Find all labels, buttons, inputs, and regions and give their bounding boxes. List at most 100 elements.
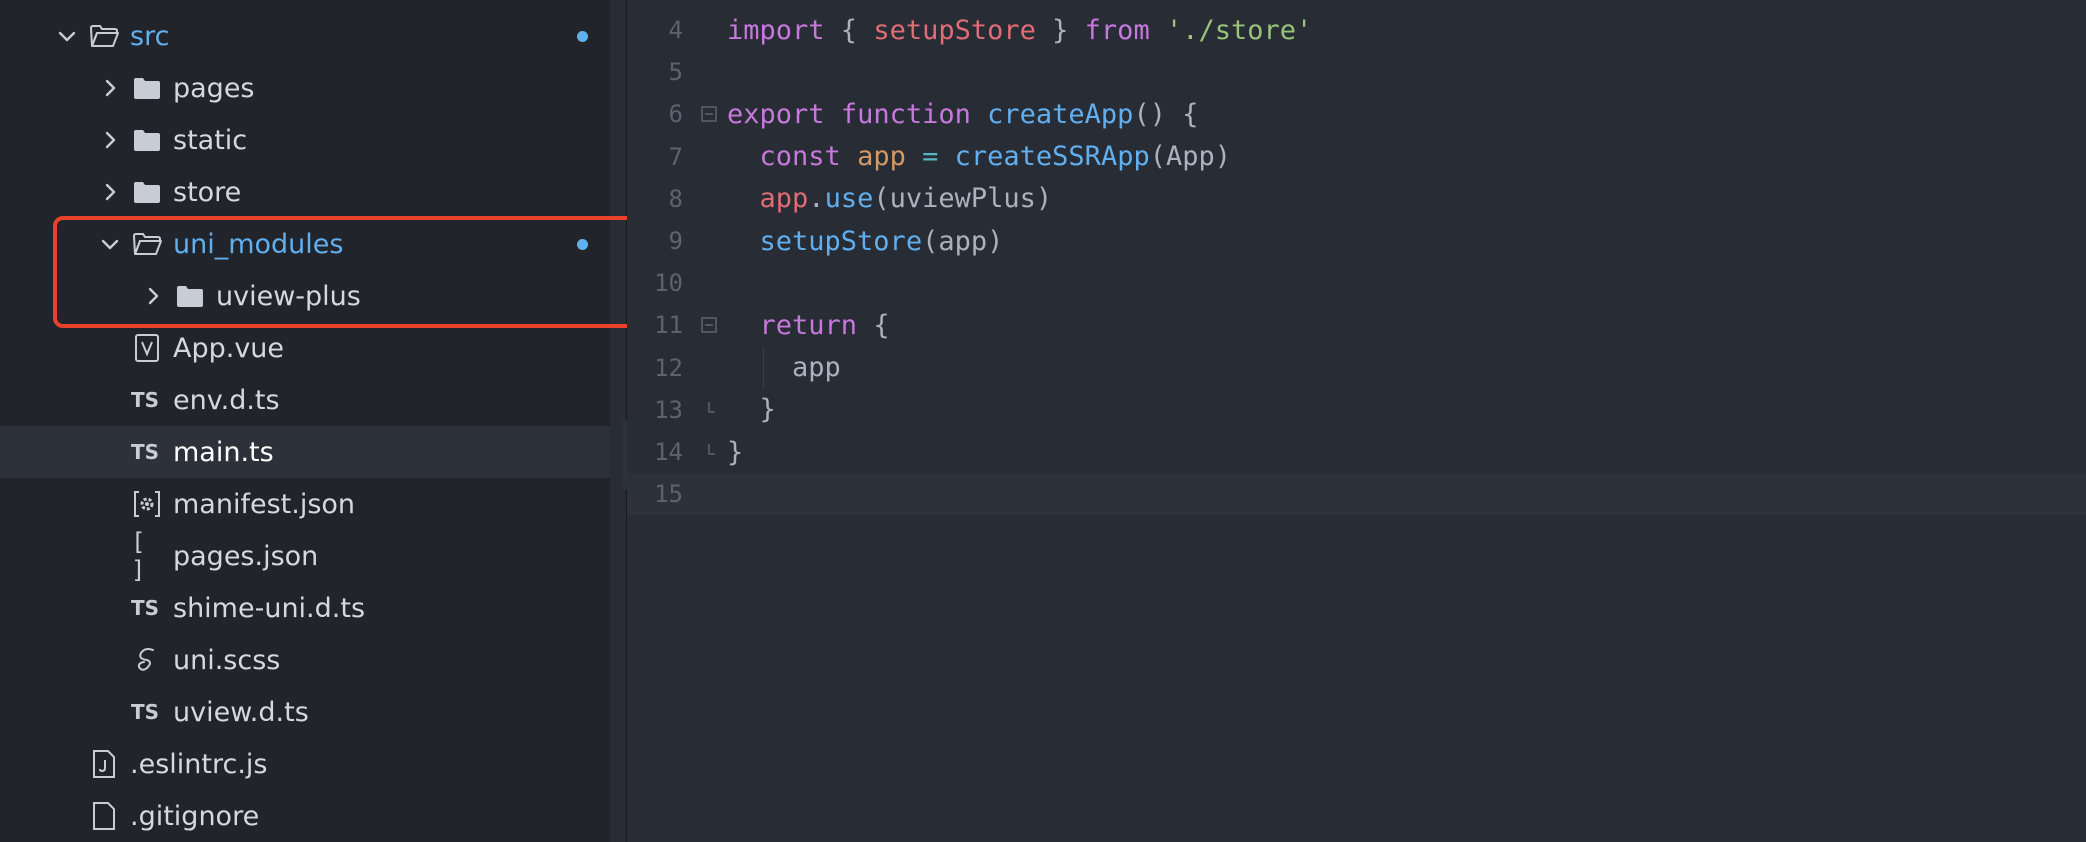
annotation-highlight-box xyxy=(53,216,661,328)
code-line[interactable]: 9 setupStore(app) xyxy=(627,220,2086,262)
manifest-file-icon xyxy=(131,488,163,520)
tree-item-label: manifest.json xyxy=(173,488,356,520)
code-token: } xyxy=(1035,14,1085,46)
code-token: = xyxy=(922,141,939,173)
code-token: setupStore xyxy=(759,225,923,257)
code-token: app xyxy=(857,141,906,173)
code-content: app xyxy=(727,352,841,383)
code-line[interactable]: 14} xyxy=(627,431,2086,473)
code-token: return xyxy=(759,309,858,341)
file-icon xyxy=(88,800,120,832)
line-number: 9 xyxy=(668,227,683,255)
code-content: } xyxy=(727,394,776,425)
line-number: 13 xyxy=(654,395,683,424)
tree-item-static[interactable]: static xyxy=(0,114,610,166)
tree-item-label: src xyxy=(130,20,170,52)
chevron-right-icon[interactable] xyxy=(99,77,121,99)
tree-item-app-vue[interactable]: App.vue xyxy=(0,322,610,374)
indent-guide xyxy=(763,346,764,389)
tree-item-label: App.vue xyxy=(173,332,285,364)
tree-item-pages-json[interactable]: [ ] pages.json xyxy=(0,528,610,584)
tree-item-label: uview.d.ts xyxy=(173,696,309,728)
code-token: function xyxy=(840,98,971,130)
fold-end-marker xyxy=(697,444,721,460)
fold-toggle-icon[interactable] xyxy=(697,317,721,334)
js-file-icon xyxy=(88,748,120,780)
code-content: import { setupStore } from './store' xyxy=(727,15,1312,46)
code-line[interactable]: 15 xyxy=(627,473,2086,516)
json-file-icon: [ ] xyxy=(131,528,146,584)
tree-item-uni-scss[interactable]: uni.scss xyxy=(0,634,610,686)
file-explorer: src pages static store uni_modules uview-plus… xyxy=(0,0,610,842)
code-line[interactable]: 13 } xyxy=(627,389,2086,431)
tree-item-uview-d-ts[interactable]: TS uview.d.ts xyxy=(0,686,610,738)
code-content: } xyxy=(727,437,743,468)
line-number: 6 xyxy=(668,100,683,129)
folder-icon xyxy=(131,124,163,156)
tree-item-label: store xyxy=(173,176,242,208)
tree-item-label: pages xyxy=(173,72,255,104)
tree-item-main-ts[interactable]: TS main.ts xyxy=(0,426,610,478)
tree-item-eslintrc-js[interactable]: .eslintrc.js xyxy=(0,738,610,790)
code-line[interactable]: 8 app.use(uviewPlus) xyxy=(627,178,2086,220)
tree-item-shime-uni-d-ts[interactable]: TS shime-uni.d.ts xyxy=(0,582,610,634)
code-line[interactable]: 7 const app = createSSRApp(App) xyxy=(627,136,2086,178)
code-content: setupStore(app) xyxy=(727,225,1004,257)
chevron-right-icon[interactable] xyxy=(99,129,121,151)
tree-item-label: env.d.ts xyxy=(173,384,280,416)
tree-item-label: shime-uni.d.ts xyxy=(173,592,366,624)
code-token: } xyxy=(727,394,776,426)
code-content: app.use(uviewPlus) xyxy=(727,183,1053,215)
tree-item-label: pages.json xyxy=(173,540,319,572)
tree-item-store[interactable]: store xyxy=(0,166,610,218)
tree-item-gitignore[interactable]: .gitignore xyxy=(0,790,610,842)
code-line[interactable]: 12 app xyxy=(627,347,2086,389)
code-line[interactable]: 11 return { xyxy=(627,304,2086,346)
code-content: export function createApp() { xyxy=(727,99,1198,130)
tree-item-label: uni.scss xyxy=(173,644,281,676)
chevron-right-icon[interactable] xyxy=(99,181,121,203)
code-token: setupStore xyxy=(873,14,1036,46)
tree-item-pages[interactable]: pages xyxy=(0,62,610,114)
code-token: export xyxy=(727,98,825,130)
line-number: 15 xyxy=(654,480,683,509)
code-token: use xyxy=(824,183,874,215)
tree-item-env-d-ts[interactable]: TS env.d.ts xyxy=(0,374,610,426)
chevron-down-icon[interactable] xyxy=(56,25,78,47)
code-token: import xyxy=(727,14,825,46)
code-token: app xyxy=(727,352,841,384)
line-number: 7 xyxy=(668,142,683,171)
code-content: const app = createSSRApp(App) xyxy=(727,141,1231,172)
modified-indicator-dot xyxy=(577,30,588,42)
code-token: { xyxy=(824,14,874,46)
code-editor[interactable]: 4 import { setupStore } from './store' 5 6 e… xyxy=(627,0,2086,842)
code-token: (uviewPlus) xyxy=(873,183,1053,215)
code-token: app xyxy=(759,183,809,215)
line-number: 14 xyxy=(654,438,683,466)
code-content: return { xyxy=(727,310,890,341)
tree-item-label: main.ts xyxy=(173,436,274,468)
code-token: (app) xyxy=(922,225,1004,257)
line-number: 5 xyxy=(668,58,683,87)
tree-item-manifest-json[interactable]: manifest.json xyxy=(0,478,610,530)
line-number: 12 xyxy=(654,353,683,382)
fold-toggle-icon[interactable] xyxy=(697,106,721,123)
tree-item-label: static xyxy=(173,124,248,156)
code-line[interactable]: 4 import { setupStore } from './store' xyxy=(627,9,2086,51)
code-line[interactable]: 10 xyxy=(627,262,2086,304)
code-line[interactable]: 6 export function createApp() { xyxy=(627,93,2086,135)
tree-item-src[interactable]: src xyxy=(0,10,610,62)
code-line[interactable]: 5 xyxy=(627,51,2086,93)
tree-item-label: .gitignore xyxy=(130,800,260,832)
fold-end-marker xyxy=(697,401,721,418)
line-number: 10 xyxy=(654,269,683,298)
